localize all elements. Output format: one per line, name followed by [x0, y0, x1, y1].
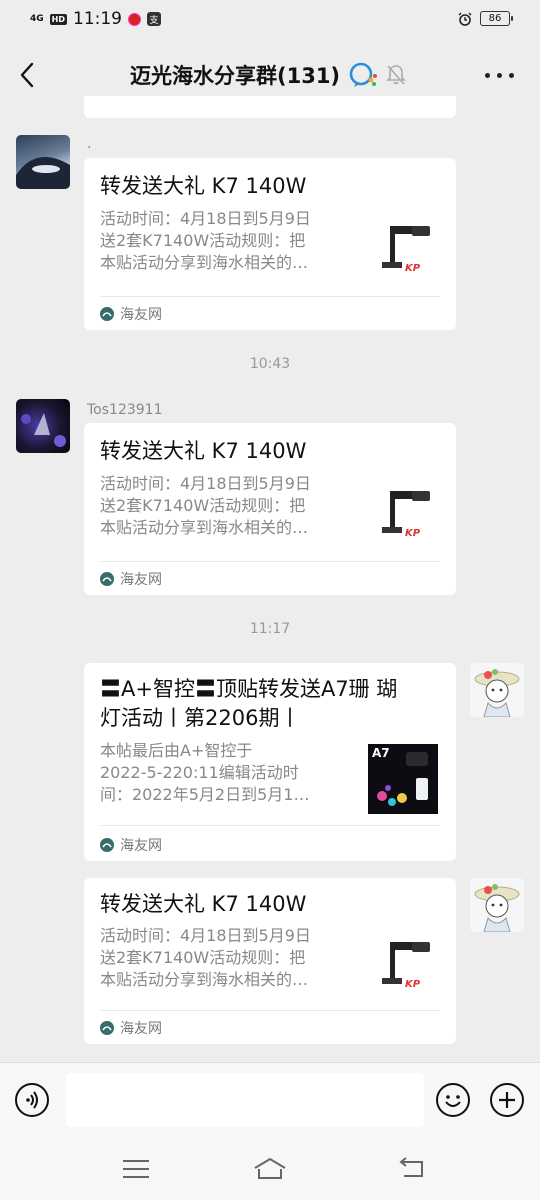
lamp-thumbnail: KP [372, 218, 442, 288]
back-icon[interactable] [396, 1156, 428, 1182]
link-message-card[interactable]: 转发送大礼 K7 140W 活动时间：4月18日到5月9日 送2套K7140W活… [84, 158, 456, 330]
card-desc-line: 本贴活动分享到海水相关的… [100, 970, 309, 989]
card-source: 海友网 [120, 572, 162, 588]
network-indicator: 4G [30, 13, 44, 24]
card-source: 海友网 [120, 1021, 162, 1037]
card-desc-line: 活动时间：4月18日到5月9日 [100, 474, 311, 493]
link-message-card[interactable]: 转发送大礼 K7 140W 活动时间：4月18日到5月9日 送2套K7140W活… [84, 423, 456, 595]
hd-badge: HD [49, 13, 67, 25]
avatar[interactable] [470, 878, 524, 932]
card-desc-line: 送2套K7140W活动规则：把 [100, 231, 306, 250]
notification-dot-icon [128, 12, 141, 26]
card-source: 海友网 [120, 838, 162, 854]
svg-text:KP: KP [405, 263, 421, 274]
card-desc-line: 活动时间：4月18日到5月9日 [100, 209, 311, 228]
link-message-card[interactable]: 〓A+智控〓顶贴转发送A7珊 瑚 灯活动丨第2206期丨 本帖最后由A+智控于 … [84, 663, 456, 861]
lamp-thumbnail: KP [372, 934, 442, 1004]
card-desc-line: 2022-5-220:11编辑活动时 [100, 763, 299, 782]
card-desc-line: 活动时间：4月18日到5月9日 [100, 926, 311, 945]
card-desc-line: 送2套K7140W活动规则：把 [100, 496, 306, 515]
card-title-line: 〓A+智控〓顶贴转发送A7珊 瑚 [100, 677, 398, 701]
link-message-card[interactable]: 转发送大礼 K7 140W 活动时间：4月18日到5月9日 送2套K7140W活… [84, 878, 456, 1044]
source-logo-icon [100, 572, 114, 586]
menu-icon[interactable] [121, 1157, 151, 1181]
more-horizontal-icon[interactable] [485, 73, 514, 78]
alipay-icon: 支 [147, 12, 161, 26]
timestamp: 10:43 [249, 356, 291, 372]
home-icon[interactable] [252, 1156, 288, 1182]
emoji-icon[interactable] [436, 1083, 470, 1117]
coral-lamp-thumbnail: A7 [368, 744, 438, 814]
avatar[interactable] [16, 399, 70, 453]
lamp-thumbnail: KP [372, 483, 442, 553]
status-bar: 4G HD 11:19 支 86 [0, 0, 540, 40]
source-logo-icon [100, 838, 114, 852]
plus-icon[interactable] [490, 1083, 524, 1117]
svg-text:KP: KP [405, 528, 421, 539]
source-logo-icon [100, 1021, 114, 1035]
card-desc-line: 送2套K7140W活动规则：把 [100, 948, 306, 967]
battery-indicator: 86 [480, 11, 513, 26]
avatar[interactable] [16, 135, 70, 189]
chat-title: 迈光海水分享群(131) [130, 64, 341, 88]
card-desc-line: 本贴活动分享到海水相关的… [100, 518, 309, 537]
message-card-partial[interactable] [84, 96, 456, 118]
status-time: 11:19 [73, 9, 122, 29]
message-input[interactable] [66, 1073, 424, 1127]
sender-name: Tos123911 [87, 402, 163, 418]
wecom-chat-icon [349, 62, 378, 87]
card-desc-line: 本贴活动分享到海水相关的… [100, 253, 309, 272]
card-desc-line: 间：2022年5月2日到5月1… [100, 785, 310, 804]
alarm-icon [458, 12, 472, 26]
avatar[interactable] [470, 663, 524, 717]
svg-text:KP: KP [405, 979, 421, 990]
sender-name: . [87, 136, 92, 152]
card-title: 转发送大礼 K7 140W [100, 439, 307, 463]
card-title-line: 灯活动丨第2206期丨 [100, 706, 301, 730]
timestamp: 11:17 [249, 621, 291, 637]
card-desc-line: 本帖最后由A+智控于 [100, 741, 253, 760]
card-title: 转发送大礼 K7 140W [100, 892, 307, 916]
voice-icon[interactable] [15, 1083, 49, 1117]
system-nav-bar [0, 1138, 540, 1200]
card-title: 转发送大礼 K7 140W [100, 174, 307, 198]
bell-off-icon [386, 65, 406, 85]
card-source: 海友网 [120, 307, 162, 323]
source-logo-icon [100, 307, 114, 321]
chat-message-list[interactable]: . 转发送大礼 K7 140W 活动时间：4月18日到5月9日 送2套K7140… [0, 96, 540, 1062]
chevron-left-icon[interactable] [16, 58, 38, 92]
input-bar [0, 1062, 540, 1139]
